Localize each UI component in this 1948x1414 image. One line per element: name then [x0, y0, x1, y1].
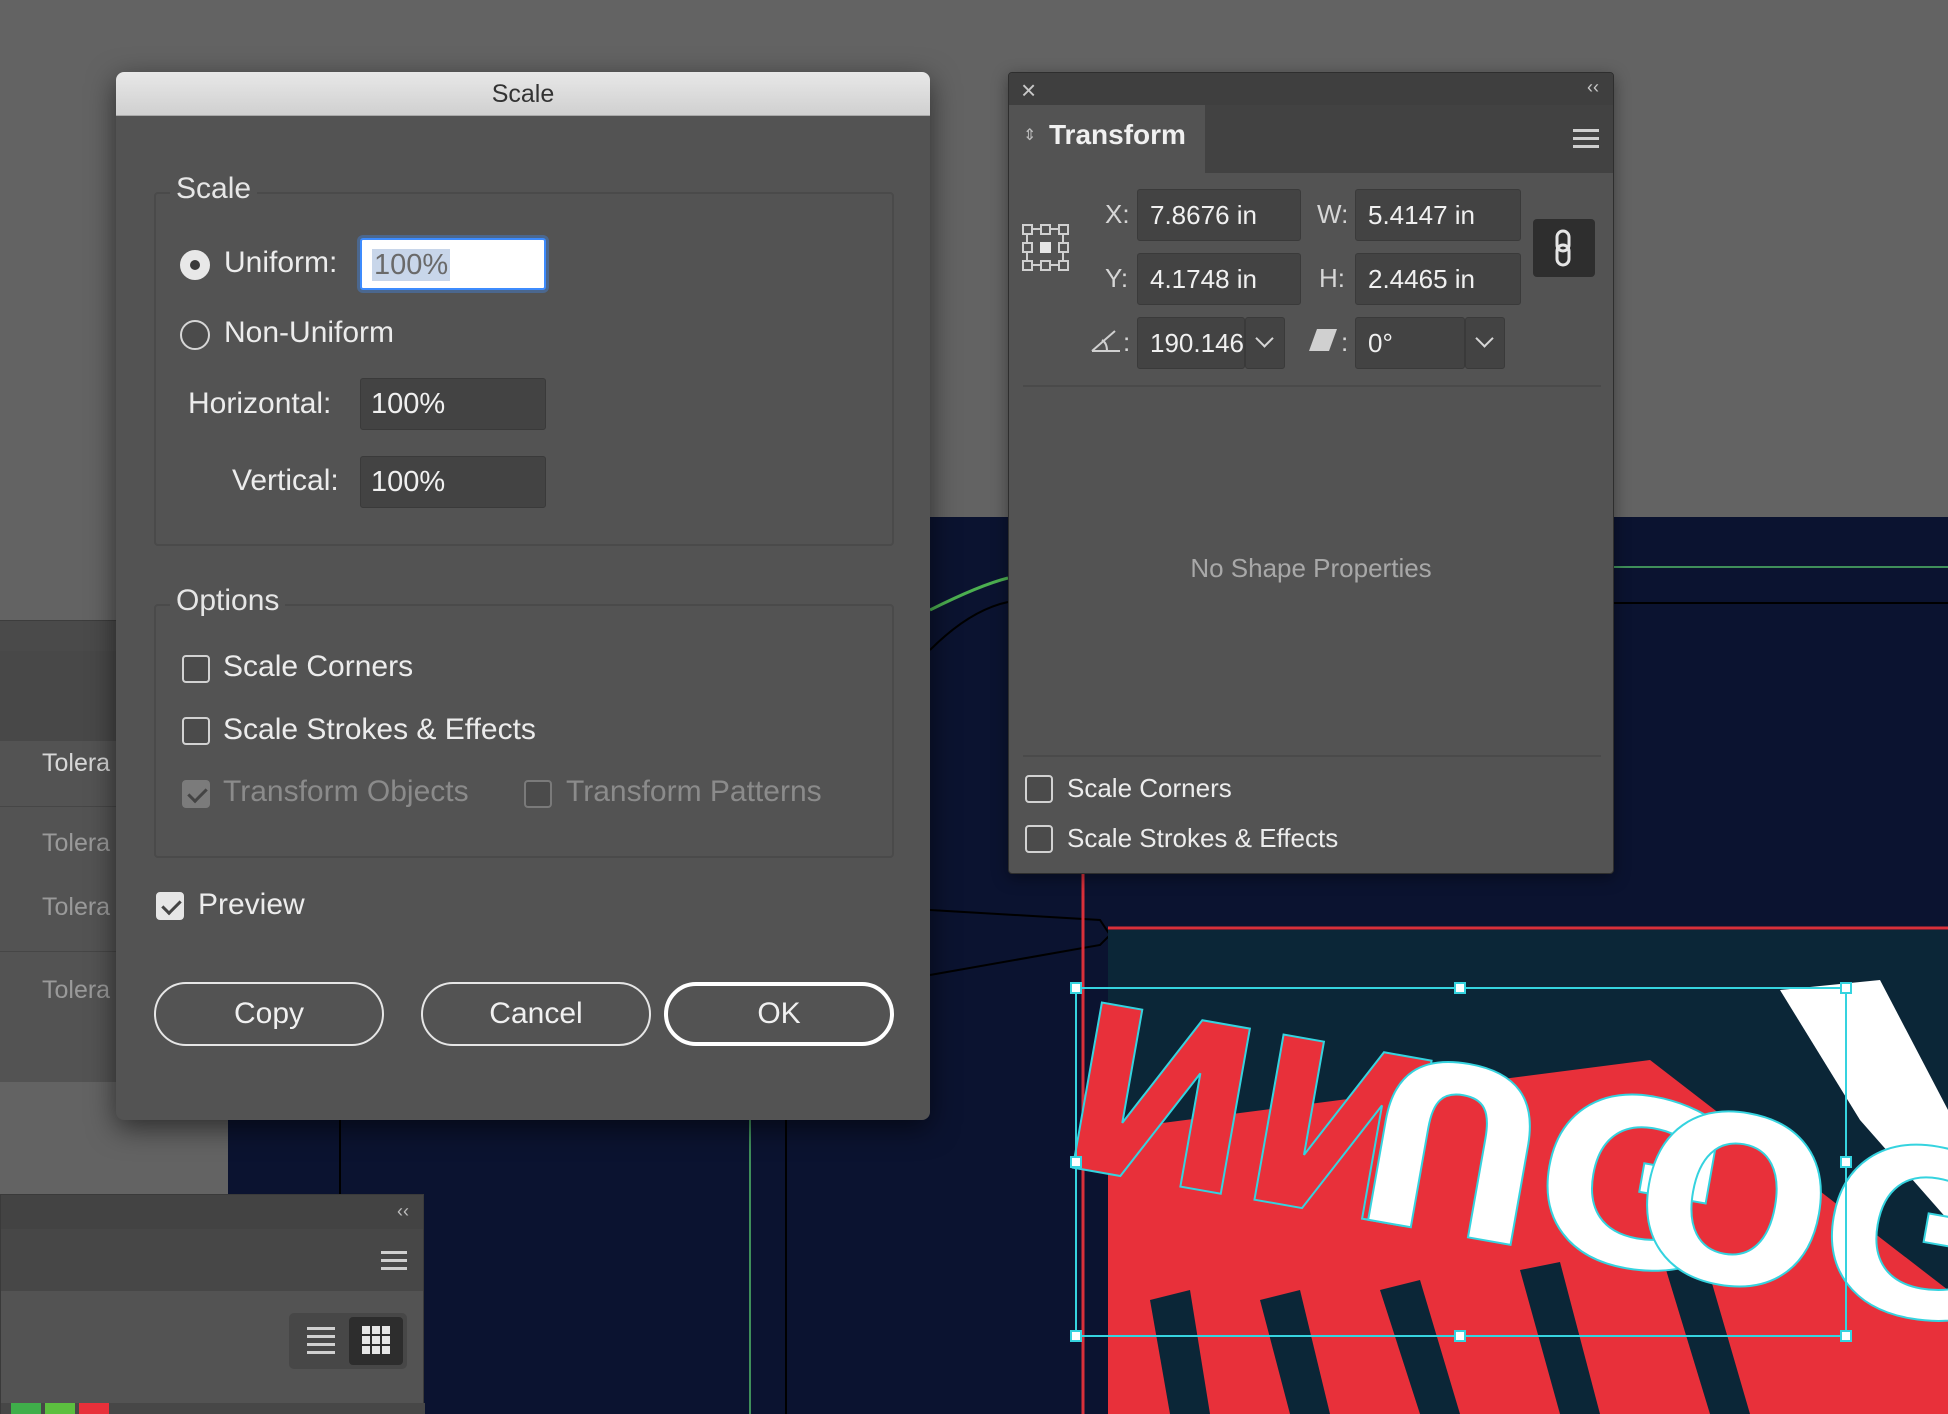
cancel-button[interactable]: Cancel [421, 982, 651, 1046]
h-input[interactable]: 2.4465 in [1355, 253, 1521, 305]
w-input[interactable]: 5.4147 in [1355, 189, 1521, 241]
tolerance-row: Tolera [42, 976, 111, 1004]
horizontal-input[interactable]: 100% [360, 378, 546, 430]
panel-titlebar: × ‹‹ [1009, 73, 1613, 105]
double-chevron-left-icon[interactable]: ‹‹ [1587, 77, 1599, 98]
options-group-label: Options [170, 584, 286, 618]
list-view-icon [307, 1327, 335, 1354]
non-uniform-label: Non-Uniform [224, 316, 395, 349]
selection-handle [1840, 1330, 1852, 1342]
hamburger-menu-icon[interactable] [381, 1251, 407, 1275]
swatch[interactable] [11, 1403, 41, 1414]
rotate-colon: : [1123, 327, 1131, 357]
transform-panel: × ‹‹ ⇕ Transform X: 7.8676 in W: 5.4147 … [1008, 72, 1614, 874]
divider [1023, 755, 1601, 757]
scale-corners-checkbox[interactable] [1025, 775, 1053, 803]
link-icon [1555, 229, 1571, 267]
scale-group-label: Scale [170, 172, 258, 206]
w-label: W: [1317, 199, 1349, 229]
constrain-proportions-button[interactable] [1533, 219, 1595, 277]
copy-button[interactable]: Copy [154, 982, 384, 1046]
selection-handle [1840, 982, 1852, 994]
vertical-input[interactable]: 100% [360, 456, 546, 508]
y-input[interactable]: 4.1748 in [1137, 253, 1301, 305]
preview-checkbox[interactable] [156, 892, 184, 920]
shear-colon: : [1341, 327, 1349, 357]
tolerance-row: Tolera [42, 893, 111, 921]
tolerance-row: Tolera [42, 829, 111, 857]
h-label: H: [1319, 263, 1345, 293]
uniform-value: 100% [372, 249, 451, 281]
scale-dialog: Scale Scale Uniform: 100% Non-Uniform Ho… [116, 72, 930, 1120]
dialog-title: Scale [116, 72, 930, 116]
double-chevron-left-icon[interactable]: ‹‹ [397, 1201, 409, 1222]
scale-corners-label: Scale Corners [1067, 773, 1232, 803]
non-uniform-radio[interactable] [180, 320, 210, 350]
grid-view-button[interactable] [349, 1317, 403, 1365]
horizontal-label: Horizontal: [188, 387, 332, 420]
panel-titlebar: ‹‹ [1, 1195, 423, 1229]
uniform-label: Uniform: [224, 246, 338, 279]
tab-arrows-icon: ⇕ [1023, 127, 1037, 144]
scale-corners-checkbox[interactable] [182, 655, 210, 683]
preview-label: Preview [198, 888, 305, 921]
swatch[interactable] [79, 1403, 109, 1414]
uniform-radio[interactable] [180, 250, 210, 280]
close-icon[interactable]: × [1021, 75, 1036, 106]
selection-handle [1840, 1156, 1852, 1168]
black-curve [929, 601, 1009, 651]
x-label: X: [1105, 199, 1130, 229]
selection-handle [1454, 982, 1466, 994]
selection-handle [1070, 982, 1082, 994]
swatch[interactable] [45, 1403, 75, 1414]
swatches-panel: ‹‹ [0, 1194, 425, 1414]
divider [1023, 385, 1601, 387]
selection-handle [1070, 1156, 1082, 1168]
no-shape-properties-text: No Shape Properties [1190, 553, 1432, 583]
tab-transform-label: Transform [1049, 119, 1186, 150]
scale-strokes-checkbox[interactable] [182, 717, 210, 745]
panel-strip [0, 651, 130, 741]
hamburger-menu-icon[interactable] [1573, 129, 1599, 153]
transform-objects-checkbox[interactable] [182, 780, 210, 808]
background-panel: Tolera Tolera Tolera Tolera [0, 620, 130, 1082]
shear-dropdown[interactable] [1465, 317, 1505, 369]
rotate-input[interactable]: 190.146° [1137, 317, 1245, 369]
list-view-button[interactable] [293, 1317, 347, 1365]
panel-tabbar: ⇕ Transform [1009, 105, 1613, 173]
shear-input[interactable]: 0° [1355, 317, 1465, 369]
vertical-label: Vertical: [232, 464, 339, 497]
selection-handle [1070, 1330, 1082, 1342]
uniform-input[interactable]: 100% [360, 238, 546, 290]
transform-objects-label: Transform Objects [223, 775, 469, 808]
view-toggle [289, 1313, 407, 1369]
scale-strokes-label: Scale Strokes & Effects [1067, 823, 1339, 853]
scale-strokes-label: Scale Strokes & Effects [223, 713, 536, 746]
rotate-dropdown[interactable] [1245, 317, 1285, 369]
reference-point-icon[interactable] [1021, 223, 1071, 273]
scale-strokes-checkbox[interactable] [1025, 825, 1053, 853]
grid-view-icon [362, 1326, 390, 1354]
transform-patterns-label: Transform Patterns [566, 775, 822, 808]
divider [0, 951, 130, 952]
rotate-angle-icon [1091, 330, 1120, 352]
transform-patterns-checkbox[interactable] [524, 780, 552, 808]
tab-transform[interactable]: ⇕ Transform [1009, 105, 1205, 173]
selection-handle [1454, 1330, 1466, 1342]
tolerance-row: Tolera [42, 749, 111, 777]
x-input[interactable]: 7.8676 in [1137, 189, 1301, 241]
panel-tabbar [1, 1229, 423, 1291]
ok-button[interactable]: OK [664, 982, 894, 1046]
scale-corners-label: Scale Corners [223, 650, 414, 683]
panel-strip [0, 621, 130, 651]
shear-icon [1309, 329, 1337, 351]
divider [0, 806, 130, 807]
y-label: Y: [1105, 263, 1129, 293]
